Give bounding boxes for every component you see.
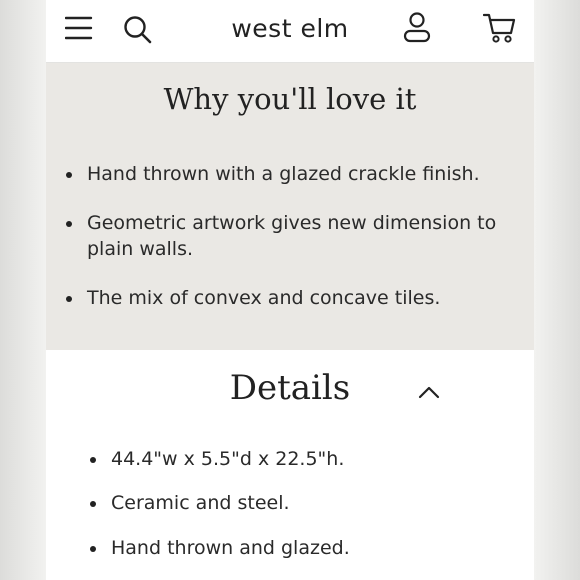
- love-bullet-1: Hand thrown with a glazed crackle finish…: [66, 163, 480, 185]
- details-bullet-1: 44.4"w x 5.5"d x 22.5"h.: [89, 448, 345, 470]
- cart-icon[interactable]: [482, 12, 517, 48]
- love-bullet-2: Geometric artwork gives new dimension to: [65, 212, 497, 234]
- love-bullet-3: The mix of convex and concave tiles.: [65, 287, 441, 309]
- details-bullet-3: Hand thrown and glazed.: [90, 537, 350, 559]
- love-bullet-2-continued: plain walls.: [87, 238, 194, 260]
- brand-logo[interactable]: west elm: [46, 14, 534, 43]
- account-icon[interactable]: [403, 12, 431, 48]
- chevron-up-icon[interactable]: [418, 384, 440, 403]
- details-bullet-2: Ceramic and steel.: [90, 492, 290, 514]
- top-nav: west elm: [46, 0, 534, 63]
- details-section-title[interactable]: Details: [0, 368, 580, 408]
- love-section-title: Why you'll love it: [163, 82, 417, 116]
